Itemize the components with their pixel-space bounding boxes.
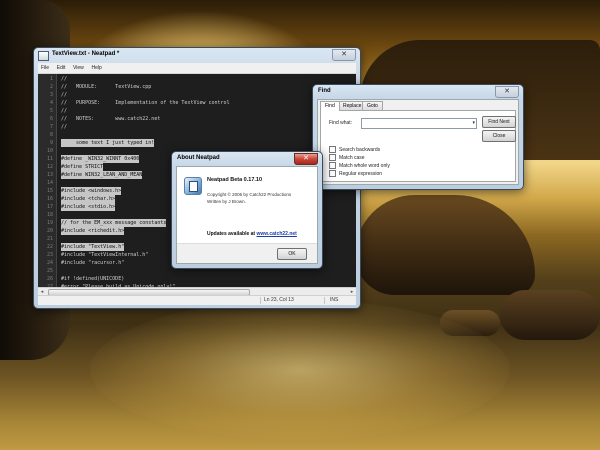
checkbox[interactable] xyxy=(329,162,336,169)
menu-file[interactable]: File xyxy=(38,63,52,71)
about-footer: OK xyxy=(177,243,317,263)
checkbox[interactable] xyxy=(329,170,336,177)
about-title: About Neatpad xyxy=(177,155,220,161)
line-number: 16 xyxy=(46,196,53,202)
line-number: 26 xyxy=(46,276,53,282)
line-number: 6 xyxy=(49,116,53,122)
code-line: // PURPOSE: Implementation of the TextVi… xyxy=(61,100,230,106)
line-number: 12 xyxy=(46,164,53,170)
code-line: #define STRICT xyxy=(61,163,104,171)
code-line: #if !defined(UNICODE) xyxy=(61,276,125,282)
menu-view[interactable]: View xyxy=(70,63,87,71)
find-dialog: Find ✕ Find Replace Goto Find what: ▾ Fi… xyxy=(312,84,524,190)
about-body: Neatpad Beta 0.17.10 Copyright © 2006 by… xyxy=(176,166,318,264)
line-number: 1 xyxy=(49,76,53,82)
code-line: #include <windows.h> xyxy=(61,187,122,195)
line-number: 17 xyxy=(46,204,53,210)
chevron-down-icon[interactable]: ▾ xyxy=(472,119,475,128)
find-titlebar[interactable]: Find ✕ xyxy=(313,85,523,100)
code-line: // NOTES: www.catch22.net xyxy=(61,116,161,122)
rock-small-right xyxy=(500,290,600,340)
line-number: 15 xyxy=(46,188,53,194)
line-number: 2 xyxy=(49,84,53,90)
about-titlebar[interactable]: About Neatpad ✕ xyxy=(172,152,322,167)
code-line: #include <richedit.h> xyxy=(61,227,125,235)
line-number: 11 xyxy=(46,156,53,162)
checkbox[interactable] xyxy=(329,146,336,153)
status-bar: Ln 23, Col 13 INS xyxy=(38,295,356,305)
code-line: #include "TextViewInternal.h" xyxy=(61,252,149,258)
code-line: #include <stdio.h> xyxy=(61,203,116,211)
option-match-case[interactable]: Match case xyxy=(329,154,365,161)
find-next-button[interactable]: Find Next xyxy=(482,116,516,128)
code-line: #define _WIN32_WINNT 0x400 xyxy=(61,155,140,163)
status-divider xyxy=(260,297,261,304)
neatpad-title: TextView.txt - Neatpad * xyxy=(52,51,120,57)
line-number: 19 xyxy=(46,220,53,226)
find-what-input[interactable]: ▾ xyxy=(361,118,477,129)
line-number: 9 xyxy=(49,140,53,146)
line-number: 3 xyxy=(49,92,53,98)
code-line: // xyxy=(61,76,68,82)
find-title: Find xyxy=(318,88,331,94)
line-number: 8 xyxy=(49,132,53,138)
status-position: Ln 23, Col 13 xyxy=(264,297,294,303)
neatpad-app-icon xyxy=(184,177,202,195)
line-number: 4 xyxy=(49,100,53,106)
menu-help[interactable]: Help xyxy=(88,63,104,71)
about-author: Written by J Brown. xyxy=(207,199,246,204)
code-line: some text I just typed in! xyxy=(61,139,155,147)
line-number: 18 xyxy=(46,212,53,218)
neatpad-titlebar[interactable]: TextView.txt - Neatpad * ✕ xyxy=(34,48,360,63)
line-number: 5 xyxy=(49,108,53,114)
about-app-name: Neatpad Beta 0.17.10 xyxy=(207,177,263,183)
checkbox[interactable] xyxy=(329,154,336,161)
line-number: 20 xyxy=(46,228,53,234)
tab-goto[interactable]: Goto xyxy=(362,101,383,110)
code-line: #include <tchar.h> xyxy=(61,195,116,203)
line-number: 24 xyxy=(46,260,53,266)
code-line: // MODULE: TextView.cpp xyxy=(61,84,152,90)
option-regular-expression[interactable]: Regular expression xyxy=(329,170,382,177)
status-divider xyxy=(324,297,325,304)
about-close-icon[interactable]: ✕ xyxy=(294,153,318,165)
code-line: // xyxy=(61,92,68,98)
about-copyright: Copyright © 2006 by Catch22 Productions xyxy=(207,192,292,197)
close-button[interactable]: Close xyxy=(482,130,516,142)
notepad-icon xyxy=(38,51,49,61)
code-line: // xyxy=(61,108,68,114)
neatpad-close-button[interactable]: ✕ xyxy=(332,49,356,61)
code-line: #include "racursor.h" xyxy=(61,260,125,266)
line-number: 23 xyxy=(46,252,53,258)
find-body: Find Replace Goto Find what: ▾ Find Next… xyxy=(317,99,519,185)
code-line: #include "TextView.h" xyxy=(61,243,125,251)
tab-find[interactable]: Find xyxy=(320,101,340,111)
line-number: 14 xyxy=(46,180,53,186)
code-line: // for the EM_xxx message constants xyxy=(61,219,167,227)
line-number: 25 xyxy=(46,268,53,274)
updates-text: Updates available at xyxy=(207,231,256,237)
find-tab-panel: Find what: ▾ Find Next Close Search back… xyxy=(320,110,516,182)
menu-bar: File Edit View Help xyxy=(38,63,356,74)
line-number: 7 xyxy=(49,124,53,130)
about-updates: Updates available at www.catch22.net xyxy=(207,231,297,237)
find-what-label: Find what: xyxy=(329,120,353,126)
line-number: 22 xyxy=(46,244,53,250)
menu-edit[interactable]: Edit xyxy=(54,63,69,71)
line-number: 13 xyxy=(46,172,53,178)
code-line: #define WIN32_LEAN_AND_MEAN xyxy=(61,171,143,179)
line-number-gutter: 1 2 3 4 5 6 7 8 9 10 11 12 13 14 15 16 17 18 19 20 21 22 23 24 2… xyxy=(38,74,57,287)
status-mode: INS xyxy=(330,297,339,303)
line-number: 21 xyxy=(46,236,53,242)
find-close-icon[interactable]: ✕ xyxy=(495,86,519,98)
updates-link[interactable]: www.catch22.net xyxy=(256,231,296,237)
water-reflection xyxy=(90,300,510,440)
about-dialog: About Neatpad ✕ Neatpad Beta 0.17.10 Cop… xyxy=(171,151,323,269)
rock-formation xyxy=(355,195,535,295)
ok-button[interactable]: OK xyxy=(277,248,307,260)
option-match-whole-word[interactable]: Match whole word only xyxy=(329,162,390,169)
code-line: // xyxy=(61,124,68,130)
option-search-backwards[interactable]: Search backwards xyxy=(329,146,380,153)
line-number: 10 xyxy=(46,148,53,154)
